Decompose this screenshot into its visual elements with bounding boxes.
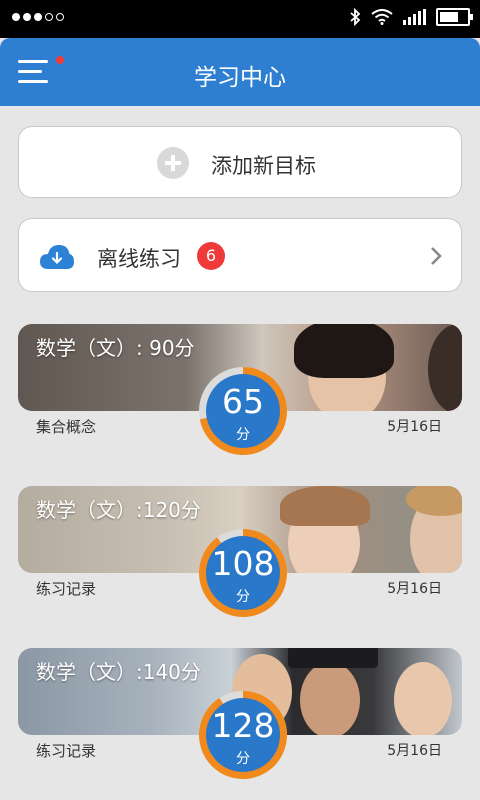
- score-unit: 分: [236, 427, 250, 443]
- target-title: 数学（文）:120分: [36, 498, 201, 522]
- add-goal-button[interactable]: 添加新目标: [18, 126, 462, 198]
- target-card[interactable]: 数学（文）: 90分 集合概念 5月16日 65 分: [18, 324, 462, 455]
- app-bar: 学习中心: [0, 38, 480, 106]
- status-bar: [0, 0, 480, 38]
- score-ring: 128 分: [196, 688, 290, 782]
- score-ring: 65 分: [196, 364, 290, 458]
- score-value: 128: [211, 706, 275, 745]
- target-card[interactable]: 数学（文）:120分 练习记录 5月16日 108 分: [18, 486, 462, 617]
- score-ring: 108 分: [196, 526, 290, 620]
- battery-icon: [436, 8, 473, 26]
- offline-count-badge: 6: [197, 242, 225, 270]
- add-goal-label: 添加新目标: [211, 154, 316, 178]
- bluetooth-icon: [350, 8, 361, 26]
- target-card[interactable]: 数学（文）:140分 练习记录 5月16日 128 分: [18, 648, 462, 779]
- score-value: 108: [211, 544, 275, 583]
- chevron-right-icon: [431, 247, 442, 265]
- cloud-download-icon: [40, 245, 74, 269]
- plus-icon: [157, 147, 189, 179]
- target-date: 5月16日: [387, 743, 442, 759]
- score-unit: 分: [236, 589, 250, 605]
- score-unit: 分: [236, 751, 250, 767]
- target-title: 数学（文）: 90分: [36, 336, 195, 360]
- cell-signal-icon: [403, 9, 426, 25]
- score-value: 65: [222, 382, 264, 421]
- page-title: 学习中心: [194, 65, 286, 91]
- target-subtitle: 练习记录: [36, 580, 97, 598]
- wifi-icon: [371, 9, 393, 25]
- target-subtitle: 练习记录: [36, 742, 97, 760]
- target-date: 5月16日: [387, 419, 442, 435]
- offline-practice-label: 离线练习: [97, 247, 181, 271]
- target-subtitle: 集合概念: [36, 418, 97, 436]
- target-date: 5月16日: [387, 581, 442, 597]
- offline-practice-row[interactable]: 离线练习 6: [18, 218, 462, 292]
- target-title: 数学（文）:140分: [36, 660, 201, 684]
- carrier-signal-icon: [12, 13, 64, 21]
